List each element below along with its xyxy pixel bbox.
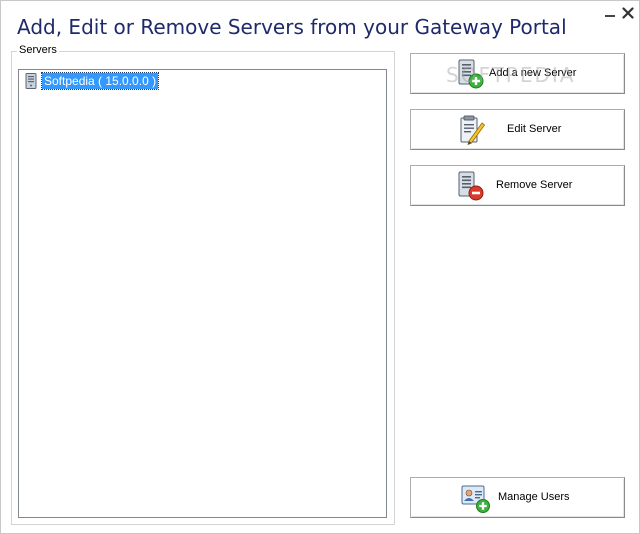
server-icon (25, 73, 37, 89)
remove-server-label: Remove Server (496, 179, 573, 191)
manage-users-icon (461, 485, 490, 513)
add-server-icon (458, 59, 484, 89)
servers-group-label: Servers (17, 44, 59, 56)
minimize-icon (605, 15, 615, 17)
minimize-button[interactable] (603, 6, 617, 20)
gateway-servers-window: Add, Edit or Remove Servers from your Ga… (0, 0, 640, 534)
add-server-button[interactable]: Add a new Server (410, 53, 625, 94)
edit-server-button[interactable]: Edit Server (410, 109, 625, 150)
window-title: Add, Edit or Remove Servers from your Ga… (17, 15, 567, 39)
remove-server-button[interactable]: Remove Server (410, 165, 625, 206)
edit-server-label: Edit Server (507, 123, 562, 135)
close-icon (622, 7, 634, 19)
tree-item-label: Softpedia ( 15.0.0.0 ) (40, 72, 160, 90)
manage-users-label: Manage Users (498, 491, 570, 503)
remove-server-icon (458, 171, 484, 201)
servers-tree[interactable]: Softpedia ( 15.0.0.0 ) (18, 69, 387, 518)
close-button[interactable] (621, 6, 635, 20)
tree-item-server[interactable]: Softpedia ( 15.0.0.0 ) (25, 72, 160, 90)
add-server-label: Add a new Server (489, 67, 577, 79)
manage-users-button[interactable]: Manage Users (410, 477, 625, 518)
edit-server-icon (460, 115, 485, 145)
